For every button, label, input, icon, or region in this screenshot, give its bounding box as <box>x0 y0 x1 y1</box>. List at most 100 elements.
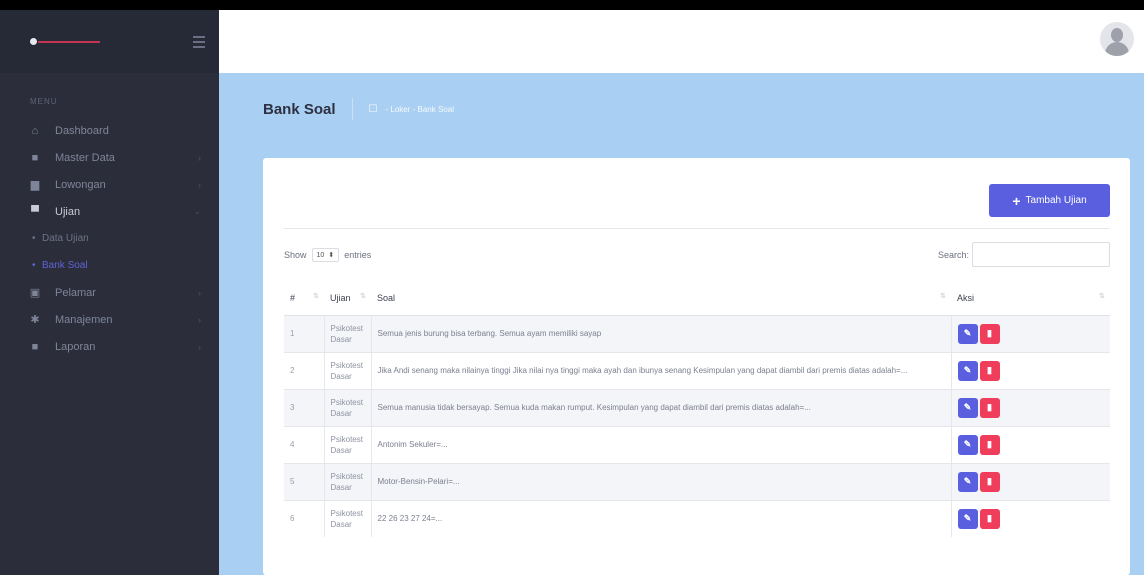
chevron-right-icon: › <box>198 152 201 163</box>
cell-aksi: ✎ ▮ <box>951 425 1110 463</box>
monitor-icon: ▀ <box>31 205 39 218</box>
edit-button[interactable]: ✎ <box>957 323 978 344</box>
table-row: 5 Psikotest Dasar Motor-Bensin-Pelari=..… <box>284 462 1110 500</box>
avatar[interactable] <box>1100 22 1134 56</box>
chevron-right-icon: › <box>198 179 201 190</box>
cell-number: 6 <box>284 499 325 537</box>
entries-control: Show 10 ⬍ entries <box>284 248 371 262</box>
delete-button[interactable]: ▮ <box>979 434 1000 455</box>
cell-soal: Semua jenis burung bisa terbang. Semua a… <box>371 314 952 352</box>
table-row: 2 Psikotest Dasar Jika Andi senang maka … <box>284 351 1110 389</box>
cell-aksi: ✎ ▮ <box>951 351 1110 389</box>
delete-button[interactable]: ▮ <box>979 397 1000 418</box>
sort-icon: ⇅ <box>940 293 946 300</box>
sidebar-item-label: Lowongan <box>55 178 106 191</box>
edit-icon: ✎ <box>963 365 972 375</box>
cell-soal: Antonim Sekuler=... <box>371 425 952 463</box>
sort-arrows-icon: ⬍ <box>328 252 335 259</box>
sidebar-item-label: Laporan <box>55 340 96 353</box>
table-header-row: # ⇅ Ujian ⇅ Soal ⇅ Aksi ⇅ <box>284 281 1110 316</box>
delete-button[interactable]: ▮ <box>979 323 1000 344</box>
search-input[interactable] <box>972 242 1110 267</box>
delete-button[interactable]: ▮ <box>979 471 1000 492</box>
edit-icon: ✎ <box>963 328 972 338</box>
edit-button[interactable]: ✎ <box>957 360 978 381</box>
cell-number: 1 <box>284 314 325 352</box>
sidebar-item-manajemen[interactable]: ✱ Manajemen › <box>0 306 219 333</box>
sidebar-subitem-bank-soal[interactable]: • Bank Soal <box>0 252 219 279</box>
cell-ujian: Psikotest Dasar <box>324 462 372 500</box>
cell-soal: Motor-Bensin-Pelari=... <box>371 462 952 500</box>
add-ujian-button[interactable]: + Tambah Ujian <box>989 184 1110 217</box>
edit-button[interactable]: ✎ <box>957 434 978 455</box>
cell-ujian: Psikotest Dasar <box>324 314 372 352</box>
sidebar-item-laporan[interactable]: ■ Laporan › <box>0 333 219 360</box>
main-content: Bank Soal ☐ - Loker - Bank Soal + Tambah… <box>219 10 1144 575</box>
home-icon[interactable]: ☐ <box>369 104 378 115</box>
bank-soal-card: + Tambah Ujian Show 10 ⬍ entries Search: <box>263 158 1130 575</box>
sidebar-item-label: Master Data <box>55 151 115 164</box>
bullet-icon: • <box>32 233 36 244</box>
cell-aksi: ✎ ▮ <box>951 499 1110 537</box>
breadcrumb: - Loker - Bank Soal <box>385 104 454 114</box>
sidebar-subitem-label: Data Ujian <box>42 233 89 244</box>
trash-icon: ▮ <box>987 476 992 486</box>
cell-ujian: Psikotest Dasar <box>324 499 372 537</box>
sidebar-item-label: Ujian <box>55 205 81 218</box>
folder-icon: ■ <box>31 340 39 353</box>
chevron-right-icon: › <box>198 314 201 325</box>
sidebar-subitem-data-ujian[interactable]: • Data Ujian <box>0 225 219 252</box>
cell-soal: Jika Andi senang maka nilainya tinggi Ji… <box>371 351 952 389</box>
sidebar-item-lowongan[interactable]: ▆ Lowongan › <box>0 171 219 198</box>
edit-icon: ✎ <box>963 513 972 524</box>
sort-icon: ⇅ <box>360 293 366 300</box>
edit-button[interactable]: ✎ <box>957 508 978 529</box>
trash-icon: ▮ <box>987 365 992 375</box>
sidebar-header <box>0 10 219 73</box>
sidebar-item-master-data[interactable]: ■ Master Data › <box>0 144 219 171</box>
delete-button[interactable]: ▮ <box>979 360 1000 381</box>
table-controls: Show 10 ⬍ entries Search: <box>284 242 1110 268</box>
trash-icon: ▮ <box>987 439 992 449</box>
cell-soal: 22 26 23 27 24=... <box>371 499 952 537</box>
card-toolbar: + Tambah Ujian <box>284 184 1110 229</box>
sort-icon: ⇅ <box>1099 293 1105 300</box>
table-row: 4 Psikotest Dasar Antonim Sekuler=... ✎ ▮ <box>284 425 1110 463</box>
gear-icon: ✱ <box>30 314 40 326</box>
edit-button[interactable]: ✎ <box>957 471 978 492</box>
table-row: 1 Psikotest Dasar Semua jenis burung bis… <box>284 314 1110 352</box>
sidebar-item-ujian[interactable]: ▀ Ujian ⌄ <box>0 198 219 225</box>
add-ujian-label: Tambah Ujian <box>1025 195 1087 206</box>
edit-icon: ✎ <box>963 402 972 412</box>
column-header-soal[interactable]: Soal ⇅ <box>371 281 951 316</box>
sidebar-item-dashboard[interactable]: ⌂ Dashboard <box>0 117 219 144</box>
column-header-number[interactable]: # ⇅ <box>284 281 324 316</box>
page-title: Bank Soal <box>263 100 336 118</box>
home-icon: ⌂ <box>31 124 39 137</box>
menu-header: MENU <box>30 97 58 106</box>
logo[interactable] <box>30 37 102 47</box>
sidebar-subitem-label: Bank Soal <box>42 260 88 271</box>
cell-number: 5 <box>284 462 325 500</box>
edit-button[interactable]: ✎ <box>957 397 978 418</box>
divider <box>351 98 353 120</box>
sidebar-item-pelamar[interactable]: ▣ Pelamar › <box>0 279 219 306</box>
cell-ujian: Psikotest Dasar <box>324 351 372 389</box>
sidebar-item-label: Dashboard <box>55 124 109 137</box>
cell-ujian: Psikotest Dasar <box>324 425 372 463</box>
sidebar: MENU ⌂ Dashboard ■ Master Data › ▆ Lowon… <box>0 10 219 575</box>
plus-icon: + <box>1012 192 1021 209</box>
hamburger-menu-icon[interactable] <box>193 35 205 48</box>
search-control: Search: <box>938 242 1110 267</box>
edit-icon: ✎ <box>963 476 972 486</box>
delete-button[interactable]: ▮ <box>979 508 1000 529</box>
chevron-down-icon: ⌄ <box>193 206 201 216</box>
column-header-aksi[interactable]: Aksi ⇅ <box>951 281 1110 316</box>
search-label: Search: <box>937 249 969 260</box>
sidebar-item-label: Manajemen <box>55 313 113 326</box>
entries-select[interactable]: 10 ⬍ <box>311 248 340 262</box>
briefcase-icon: ▆ <box>30 179 40 191</box>
column-header-ujian[interactable]: Ujian ⇅ <box>324 281 371 316</box>
table-row: 6 Psikotest Dasar 22 26 23 27 24=... ✎ ▮ <box>284 499 1110 537</box>
cell-aksi: ✎ ▮ <box>951 314 1110 352</box>
